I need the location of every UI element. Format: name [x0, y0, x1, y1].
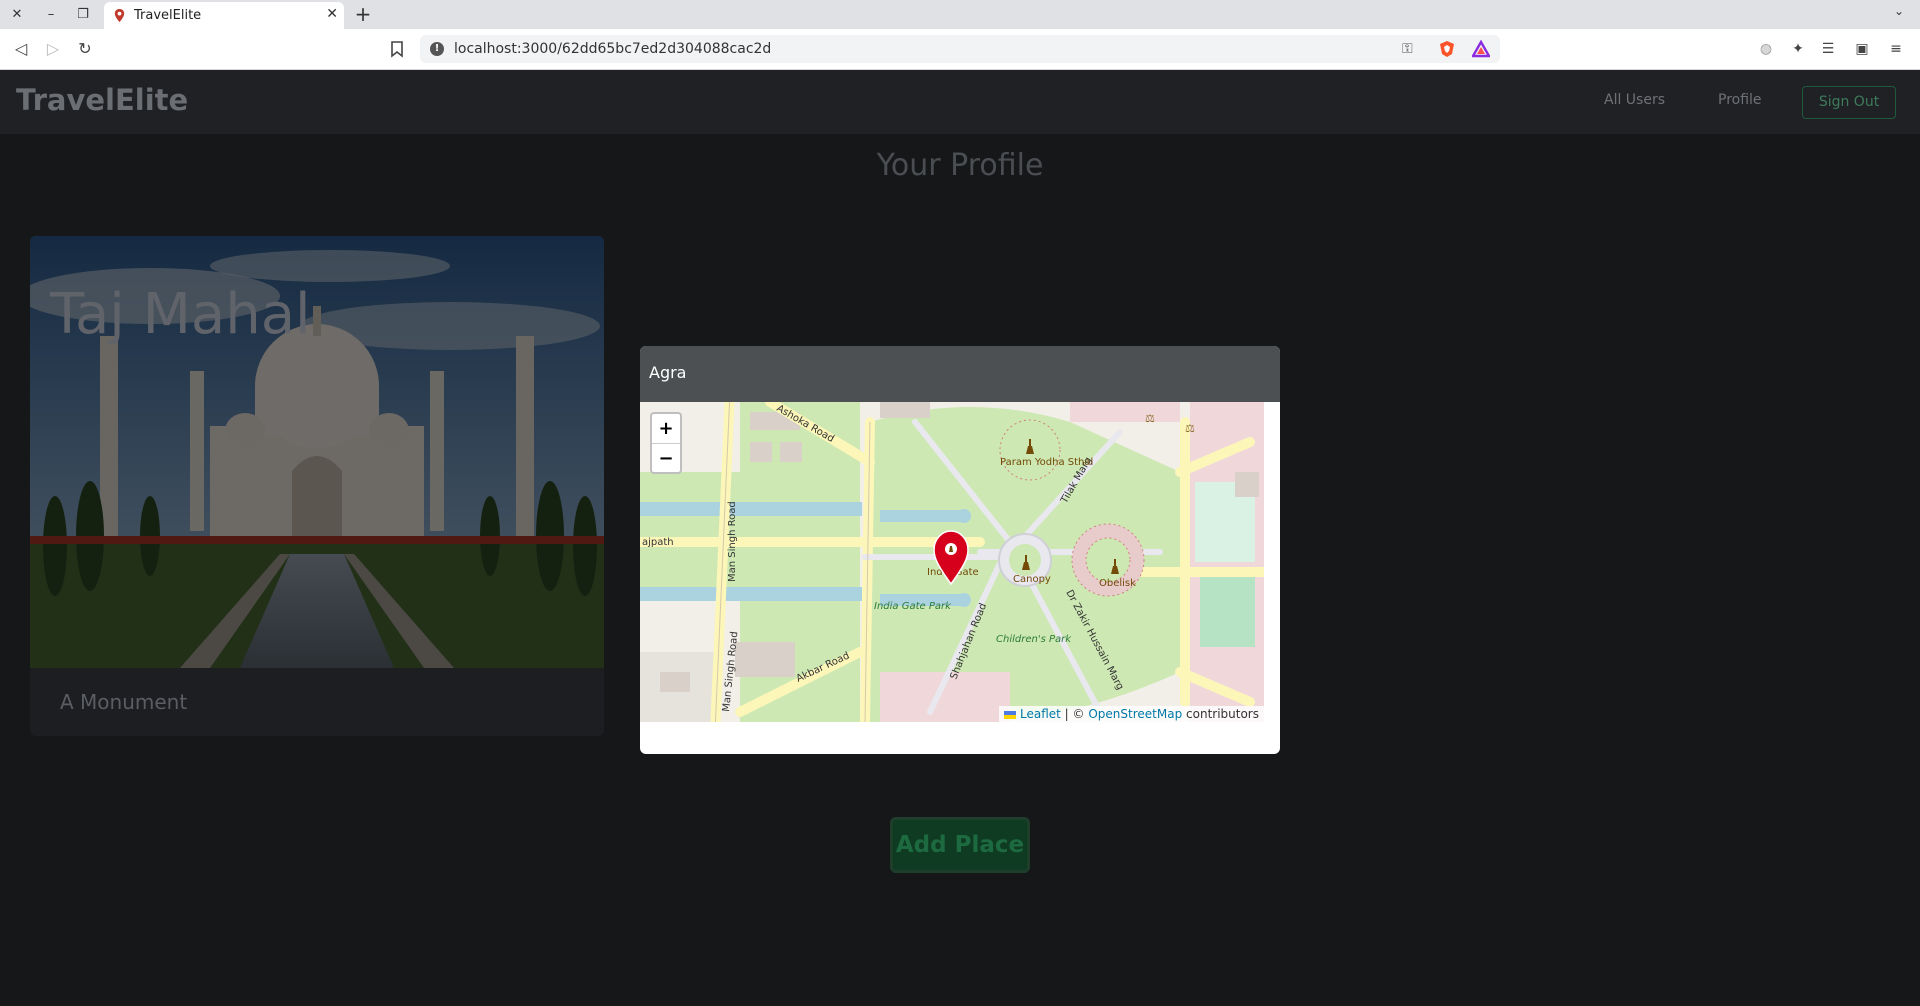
place-card[interactable]: Taj Mahal A Monument	[30, 236, 604, 736]
nav-link-profile[interactable]: Profile	[1718, 92, 1762, 108]
brave-shield-icon[interactable]	[1438, 40, 1456, 58]
address-bar[interactable]: ! localhost:3000/62dd65bc7ed2d304088cac2…	[420, 35, 1500, 63]
browser-tab[interactable]: TravelElite ✕	[104, 2, 344, 29]
ukraine-flag-icon	[1004, 710, 1017, 719]
attribution-contributors: contributors	[1182, 707, 1259, 721]
openstreetmap-link[interactable]: OpenStreetMap	[1088, 707, 1182, 721]
page-content: TravelElite All Users Profile Sign Out Y…	[0, 70, 1920, 1006]
zoom-control: + −	[650, 412, 682, 474]
map-modal: Agra ⚖ ⚖ Ashoka Road ajpath Man Singh Ro…	[640, 346, 1280, 754]
map-label-india-gate-park: India Gate Park	[874, 601, 952, 612]
menu-icon[interactable]: ≡	[1886, 39, 1906, 59]
modal-title: Agra	[649, 363, 687, 382]
restore-icon[interactable]: ❐	[72, 4, 94, 26]
tab-list-chevron-icon[interactable]: ⌄	[1894, 4, 1904, 18]
add-place-button[interactable]: Add Place	[890, 817, 1030, 873]
extensions-icon[interactable]: ✦	[1788, 39, 1808, 59]
svg-text:⚖: ⚖	[1145, 412, 1155, 425]
back-icon[interactable]: ◁	[10, 38, 32, 60]
zoom-in-button[interactable]: +	[652, 414, 680, 443]
bookmark-icon[interactable]	[388, 39, 406, 59]
brave-rewards-icon[interactable]	[1472, 40, 1490, 58]
tab-title: TravelElite	[134, 8, 202, 23]
map-label-man-singh-road: Man Singh Road	[727, 501, 738, 582]
brand-logo[interactable]: TravelElite	[16, 83, 188, 117]
modal-header: Agra	[640, 346, 1280, 402]
close-window-icon[interactable]: ✕	[6, 4, 28, 26]
forward-icon[interactable]: ▷	[42, 38, 64, 60]
map-attribution: Leaflet | © OpenStreetMap contributors	[999, 706, 1264, 722]
wallet-icon[interactable]: ▣	[1852, 39, 1872, 59]
map-label-obelisk: Obelisk	[1099, 578, 1136, 589]
map-label-rajpath: ajpath	[642, 537, 674, 548]
card-footer: A Monument	[30, 668, 604, 736]
page-title: Your Profile	[876, 148, 1044, 183]
site-navbar: TravelElite All Users Profile Sign Out	[0, 70, 1920, 134]
profile-extension-icon[interactable]: ◍	[1756, 39, 1776, 59]
zoom-out-button[interactable]: −	[652, 443, 680, 472]
nav-link-all-users[interactable]: All Users	[1604, 92, 1665, 108]
leaflet-link[interactable]: Leaflet	[1020, 707, 1061, 721]
map-label-canopy: Canopy	[1013, 574, 1051, 585]
minimize-icon[interactable]: –	[40, 4, 62, 26]
playlist-icon[interactable]: ☰	[1818, 39, 1838, 59]
tab-close-icon[interactable]: ✕	[326, 6, 338, 22]
map-label-childrens-park: Children's Park	[996, 634, 1072, 645]
attribution-separator: | ©	[1060, 707, 1089, 721]
reload-icon[interactable]: ↻	[74, 38, 96, 60]
place-title: Taj Mahal	[50, 282, 311, 347]
sign-out-button[interactable]: Sign Out	[1802, 86, 1896, 119]
map-pin-favicon-icon	[114, 8, 125, 23]
key-icon[interactable]: ⚿	[1402, 41, 1413, 57]
url-text[interactable]: localhost:3000/62dd65bc7ed2d304088cac2d	[454, 41, 771, 57]
map-view[interactable]: ⚖ ⚖ Ashoka Road ajpath Man Singh Road Ma…	[640, 402, 1264, 722]
place-description: A Monument	[60, 690, 188, 714]
site-info-icon[interactable]: !	[430, 42, 444, 56]
browser-toolbar: ◁ ▷ ↻ ! localhost:3000/62dd65bc7ed2d3040…	[0, 29, 1920, 70]
svg-text:⚖: ⚖	[1185, 422, 1195, 435]
tab-strip: ✕ – ❐ TravelElite ✕ + ⌄	[0, 0, 1920, 29]
map-tiles[interactable]: ⚖ ⚖ Ashoka Road ajpath Man Singh Road Ma…	[640, 402, 1264, 722]
new-tab-button[interactable]: +	[352, 2, 374, 26]
map-label-param-yodha: Param Yodha Sthal	[1000, 457, 1093, 468]
